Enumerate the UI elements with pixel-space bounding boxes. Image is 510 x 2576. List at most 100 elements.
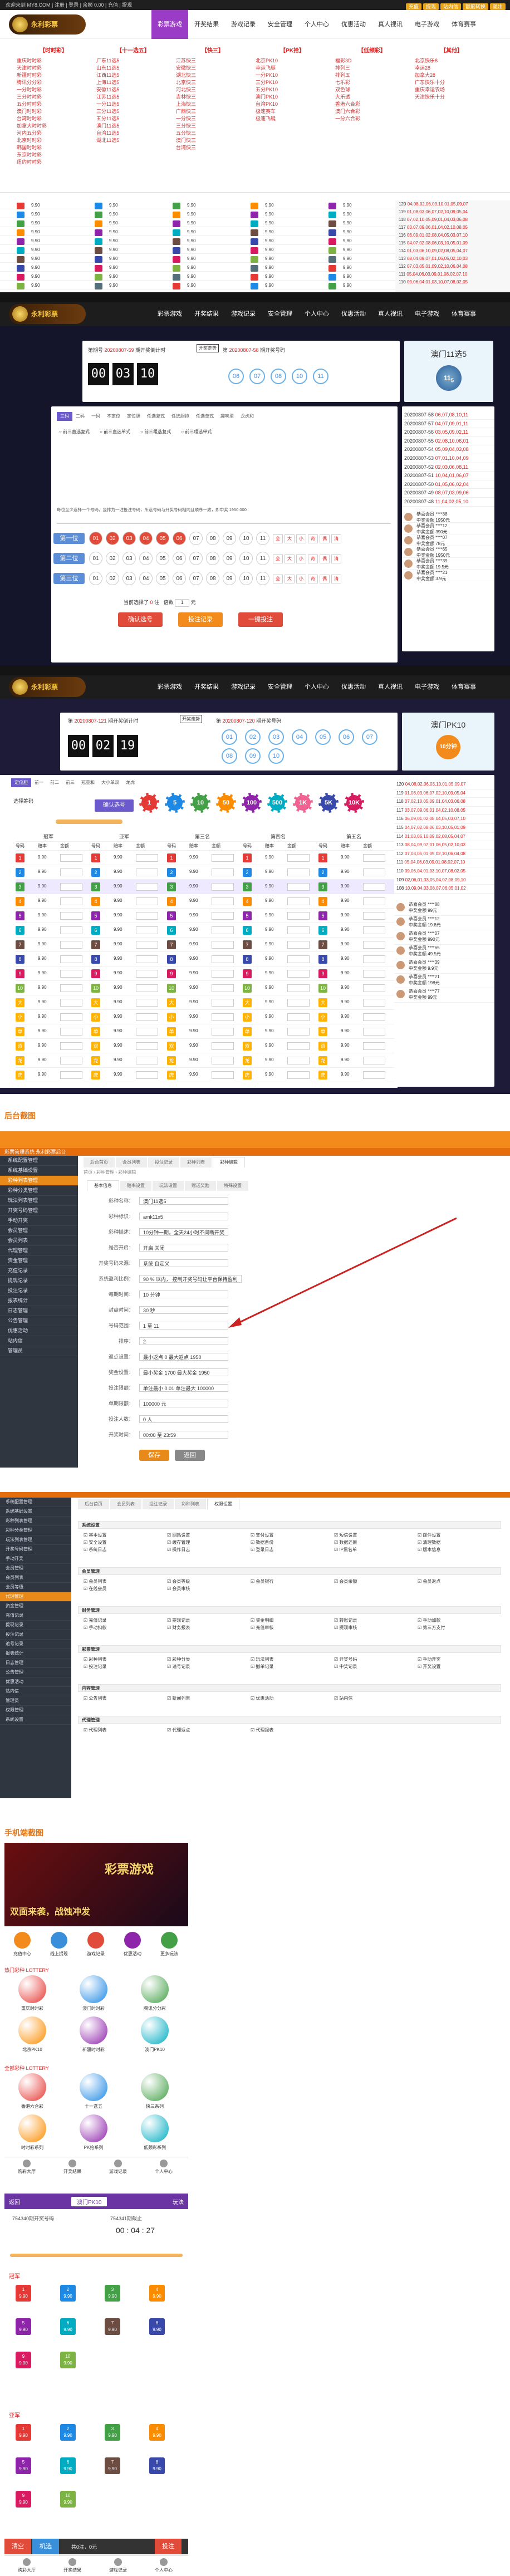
nav-item[interactable]: 彩票游戏 — [151, 675, 188, 699]
mobile-lottery-item[interactable]: 低频彩系列 — [127, 2114, 183, 2151]
play-tab[interactable]: 三码 — [57, 412, 72, 421]
mobile-tab-item[interactable]: 开奖结果 — [61, 2558, 84, 2573]
pk-amount-input[interactable] — [136, 970, 158, 978]
number-cell[interactable] — [251, 229, 258, 236]
permission-checkbox[interactable]: ☑ 手动扣款 — [84, 1625, 106, 1631]
pk-number[interactable]: 10 — [318, 984, 327, 993]
admin2-tab[interactable]: 彩种列表 — [175, 1499, 206, 1509]
pk-amount-input[interactable] — [136, 941, 158, 949]
pk-play-tab[interactable]: 冠亚和 — [78, 778, 98, 787]
play-subtab[interactable]: ○ 前三组选单式 — [181, 429, 212, 434]
dropdown-item[interactable]: 香港六合彩 — [335, 101, 409, 108]
number-ball[interactable]: 03 — [122, 552, 136, 565]
pk-amount-input[interactable] — [60, 912, 82, 920]
mobile-number-button[interactable]: 4 9.90 — [149, 2285, 165, 2302]
pk-amount-input[interactable] — [212, 854, 234, 862]
admin-sidebar-item[interactable]: 报表统计 — [0, 1296, 78, 1306]
dropdown-item[interactable]: 澳门11选5 — [96, 122, 170, 130]
form-value[interactable]: 开启 关闭 — [139, 1244, 228, 1252]
form-value[interactable]: 最小返点 0 最大返点 1950 — [139, 1353, 228, 1361]
number-ball[interactable]: 04 — [139, 532, 153, 545]
number-cell[interactable] — [95, 203, 102, 209]
pk-amount-input[interactable] — [287, 854, 310, 862]
pk-number[interactable]: 小 — [167, 1013, 176, 1022]
pk-number[interactable]: 10 — [16, 984, 24, 993]
number-cell[interactable] — [17, 229, 24, 236]
pk-amount-input[interactable] — [136, 955, 158, 963]
quick-select-button[interactable]: 大 — [285, 534, 295, 543]
dropdown-item[interactable]: 江西11选5 — [96, 72, 170, 79]
permission-checkbox[interactable]: ☑ 新闻列表 — [167, 1695, 190, 1701]
number-ball[interactable]: 07 — [189, 552, 203, 565]
site-logo[interactable]: 永利彩票 — [9, 14, 86, 35]
pk-amount-input[interactable] — [136, 1013, 158, 1021]
form-value[interactable]: 系统 自定义 — [139, 1259, 228, 1267]
number-ball[interactable]: 09 — [223, 572, 236, 585]
form-value[interactable]: 0 人 — [139, 1415, 228, 1423]
dropdown-item[interactable]: 大乐透 — [335, 94, 409, 101]
admin-sidebar-item[interactable]: 彩种分类管理 — [0, 1186, 78, 1196]
permission-checkbox[interactable]: ☑ 中奖记录 — [334, 1664, 357, 1670]
mobile-quick-item[interactable]: 线上提现 — [48, 1932, 70, 1957]
quick-select-button[interactable]: 小 — [296, 534, 306, 543]
nav-item[interactable]: 体育赛事 — [445, 302, 482, 326]
number-cell[interactable] — [328, 265, 336, 272]
number-cell[interactable] — [328, 283, 336, 290]
admin-sidebar-item[interactable]: 代理管理 — [0, 1246, 78, 1256]
dropdown-item[interactable]: 五分快三 — [176, 130, 249, 137]
pk-number[interactable]: 单 — [91, 1027, 100, 1036]
pk-amount-input[interactable] — [136, 883, 158, 891]
dropdown-item[interactable]: 韩国时时彩 — [17, 144, 90, 151]
mobile-lottery-item[interactable]: 澳门PK10 — [127, 2016, 183, 2053]
pk-number[interactable]: 6 — [16, 926, 24, 935]
pk-number[interactable]: 9 — [167, 969, 176, 978]
number-ball[interactable]: 05 — [156, 552, 169, 565]
pk-amount-input[interactable] — [212, 984, 234, 992]
dropdown-item[interactable]: 排列五 — [335, 72, 409, 79]
pk-number[interactable]: 大 — [16, 998, 24, 1007]
pk-number[interactable]: 1 — [167, 853, 176, 862]
number-cell[interactable] — [17, 247, 24, 254]
quick-select-button[interactable]: 小 — [296, 575, 306, 583]
form-tab[interactable]: 赠送奖励 — [185, 1181, 216, 1191]
number-ball[interactable]: 11 — [256, 552, 269, 565]
number-cell[interactable] — [251, 256, 258, 263]
number-cell[interactable] — [17, 283, 24, 290]
admin-sidebar-item[interactable]: 投注记录 — [0, 1286, 78, 1296]
mobile-number-button[interactable]: 5 9.90 — [16, 2457, 31, 2474]
play-menu-button[interactable]: 玩法 — [173, 2197, 184, 2206]
topbar-button[interactable]: 额度转换 — [462, 3, 488, 10]
mobile-lottery-item[interactable]: 快三系列 — [127, 2073, 183, 2109]
number-cell[interactable] — [328, 212, 336, 218]
number-cell[interactable] — [328, 247, 336, 254]
number-ball[interactable]: 07 — [189, 572, 203, 585]
admin2-sidebar-item[interactable]: 站内信 — [0, 1687, 71, 1696]
dropdown-item[interactable]: 广东11选5 — [96, 57, 170, 65]
admin2-sidebar-item[interactable]: 彩种分类管理 — [0, 1526, 71, 1535]
number-ball[interactable]: 11 — [256, 572, 269, 585]
dropdown-item[interactable]: 排列三 — [335, 65, 409, 72]
mobile-lottery-item[interactable]: 腾讯分分彩 — [127, 1975, 183, 2011]
dropdown-item[interactable]: 纽约时时彩 — [17, 159, 90, 166]
nav-item[interactable]: 彩票游戏 — [151, 302, 188, 326]
pk-amount-input[interactable] — [136, 926, 158, 934]
pk-amount-input[interactable] — [287, 955, 310, 963]
permission-checkbox[interactable]: ☑ 开奖设置 — [418, 1664, 440, 1670]
number-cell[interactable] — [17, 203, 24, 209]
permission-checkbox[interactable]: ☑ 彩种列表 — [84, 1656, 106, 1662]
pk-number[interactable]: 4 — [243, 897, 252, 906]
mobile-number-button[interactable]: 7 9.90 — [105, 2457, 120, 2474]
mobile-number-button[interactable]: 9 9.90 — [16, 2352, 31, 2368]
quick-select-button[interactable]: 全 — [273, 575, 283, 583]
pk-number[interactable]: 龙 — [167, 1056, 176, 1065]
number-cell[interactable] — [251, 247, 258, 254]
form-value[interactable]: 30 秒 — [139, 1306, 228, 1314]
quick-select-button[interactable]: 奇 — [308, 534, 318, 543]
quick-select-button[interactable]: 清 — [331, 534, 341, 543]
pk-number[interactable]: 6 — [243, 926, 252, 935]
play-tab[interactable]: 任选单式 — [193, 412, 217, 421]
pk-amount-input[interactable] — [363, 955, 385, 963]
topbar-button[interactable]: 提现 — [423, 3, 439, 10]
nav-item[interactable]: 安全管理 — [262, 675, 298, 699]
number-cell[interactable] — [95, 220, 102, 227]
